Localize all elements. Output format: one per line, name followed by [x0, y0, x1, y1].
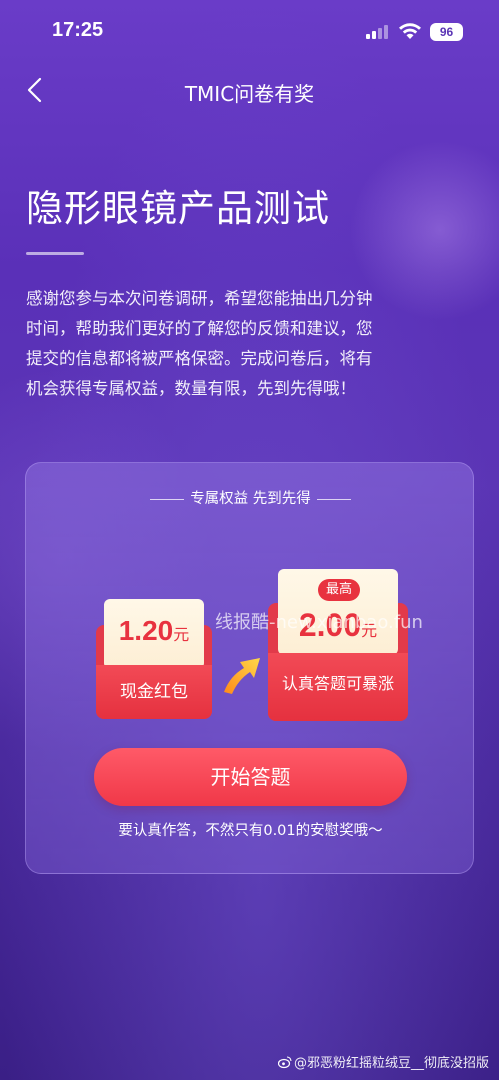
page-title: 隐形眼镜产品测试	[26, 187, 330, 230]
envelope-paper: 1.20元	[104, 599, 204, 669]
cash-envelope-small: 1.20元 现金红包	[96, 599, 212, 719]
cash-envelope-big: 最高 2.00元 认真答题可暴涨	[268, 569, 408, 721]
start-survey-button[interactable]: 开始答题	[94, 748, 407, 806]
watermark-bottom-text: @邪恶粉红摇粒绒豆__彻底没招版	[293, 1056, 489, 1071]
card-header-text: 专属权益 先到先得	[190, 491, 311, 507]
intro-line: 时间，帮助我们更好的了解您的反馈和建议，您	[26, 319, 373, 338]
watermark-bottom: @邪恶粉红摇粒绒豆__彻底没招版	[277, 1052, 489, 1071]
up-arrow-icon	[224, 658, 260, 694]
battery-icon: 96	[430, 23, 463, 41]
reward-small-unit: 元	[173, 627, 190, 644]
reward-big-label: 认真答题可暴涨	[268, 653, 408, 721]
reward-card: 专属权益 先到先得 1.20元 现金红包 最高 2.00元 认真答题可暴涨 开始…	[25, 462, 474, 874]
card-note: 要认真作答，不然只有0.01的安慰奖哦～	[118, 823, 383, 839]
reward-small-label: 现金红包	[96, 665, 212, 719]
card-header: 专属权益 先到先得	[26, 487, 475, 508]
cellular-signal-icon	[366, 25, 390, 39]
status-time: 17:25	[52, 19, 104, 41]
nav-title: TMIC问卷有奖	[184, 82, 315, 106]
weibo-icon	[277, 1056, 292, 1069]
intro-line: 机会获得专属权益，数量有限，先到先得哦！	[26, 379, 356, 398]
nav-bar: TMIC问卷有奖	[0, 66, 499, 114]
reward-small-amount: 1.20	[118, 615, 174, 646]
wifi-icon	[399, 23, 421, 39]
header-line-right	[316, 498, 351, 500]
watermark-center: 线报酷-new.xianbao.fun	[215, 612, 423, 633]
intro-line: 感谢您参与本次问卷调研，希望您能抽出几分钟	[26, 289, 373, 308]
intro-text: 感谢您参与本次问卷调研，希望您能抽出几分钟 时间，帮助我们更好的了解您的反馈和建…	[26, 284, 426, 404]
intro-line: 提交的信息都将被严格保密。完成问卷后，将有	[26, 349, 373, 368]
status-bar: 17:25 96	[0, 0, 499, 66]
header-line-left	[150, 498, 185, 500]
max-tag: 最高	[318, 579, 360, 601]
title-divider	[26, 252, 84, 255]
